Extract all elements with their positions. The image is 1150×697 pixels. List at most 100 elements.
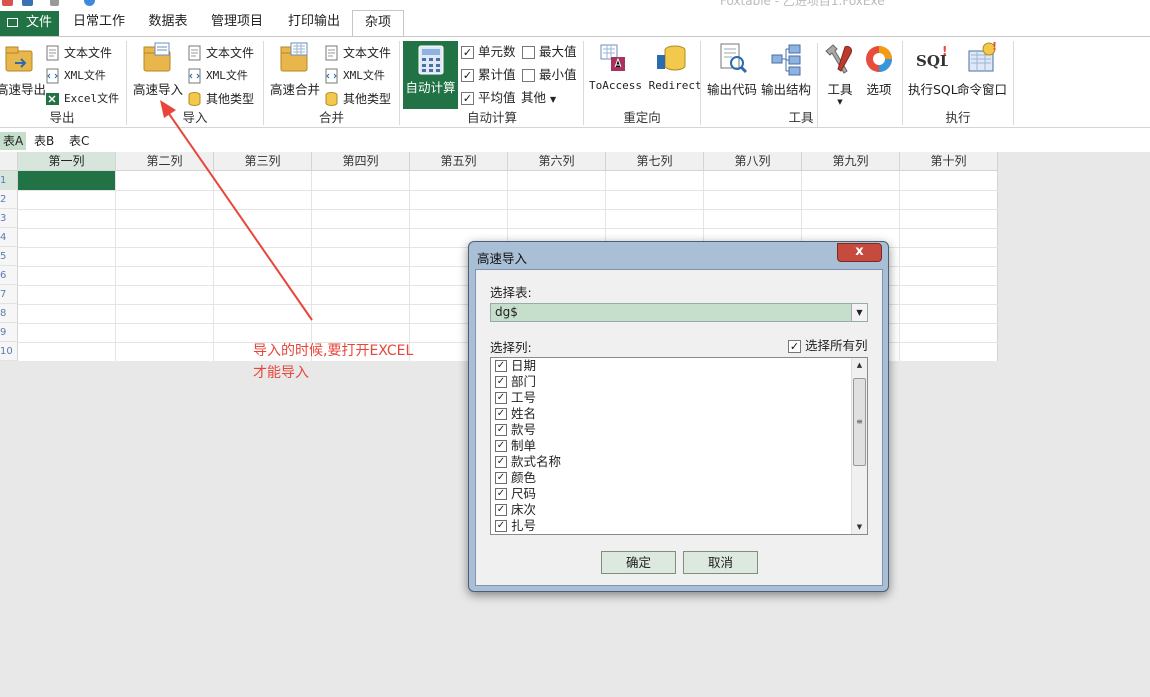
- row-header[interactable]: 9: [0, 323, 18, 342]
- database-icon: [324, 91, 339, 107]
- checkbox-cell-count[interactable]: ✓ 单元数: [461, 42, 516, 62]
- row-header[interactable]: 6: [0, 266, 18, 285]
- row-header[interactable]: 3: [0, 209, 18, 228]
- tab-data-table[interactable]: 数据表: [143, 10, 193, 36]
- import-xml-file[interactable]: XML文件: [186, 66, 248, 86]
- import-text-file-label: 文本文件: [206, 46, 255, 60]
- row-header[interactable]: 4: [0, 228, 18, 247]
- column-header[interactable]: 第五列: [410, 152, 508, 171]
- toaccess-redirect-button[interactable]: ToAccess Redirect: [589, 41, 702, 92]
- sheet-tab-a[interactable]: 表A: [0, 132, 27, 150]
- undo-icon[interactable]: [50, 0, 59, 6]
- chevron-down-icon[interactable]: ▼: [851, 304, 867, 321]
- export-text-file[interactable]: 文本文件: [44, 43, 112, 63]
- column-header[interactable]: 第十列: [900, 152, 998, 171]
- checkbox-cumulative-label: 累计值: [478, 67, 516, 82]
- row-header[interactable]: 8: [0, 304, 18, 323]
- list-item[interactable]: ✓ 扎号: [495, 518, 536, 534]
- access-redirect-icon: [600, 44, 686, 71]
- sheet-tab-b[interactable]: 表B: [31, 132, 57, 150]
- other-dropdown[interactable]: 其他 ▼: [521, 88, 556, 108]
- output-code-button[interactable]: 输出代码: [706, 41, 758, 98]
- checkbox-box[interactable]: ✓: [495, 472, 507, 484]
- checkbox-box[interactable]: ✓: [495, 408, 507, 420]
- merge-text-file[interactable]: 文本文件: [323, 43, 391, 63]
- window-title: Foxtable - 乙进项目1.FoxExe: [720, 0, 885, 8]
- output-structure-button[interactable]: 输出结构: [760, 41, 812, 98]
- column-header[interactable]: 第六列: [508, 152, 606, 171]
- row-header[interactable]: 2: [0, 190, 18, 209]
- merge-xml-file[interactable]: XML文件: [323, 66, 385, 86]
- row-header[interactable]: 10: [0, 342, 18, 361]
- command-window-button[interactable]: ! 命令窗口: [956, 40, 1008, 98]
- checkbox-max[interactable]: 最大值: [522, 42, 577, 62]
- import-text-file[interactable]: 文本文件: [186, 43, 254, 63]
- tools-dropdown-button[interactable]: 工具 ▼: [822, 41, 858, 106]
- column-header[interactable]: 第二列: [116, 152, 214, 171]
- fast-import-button[interactable]: 高速导入: [132, 41, 184, 98]
- options-button[interactable]: 选项: [860, 41, 898, 98]
- column-header[interactable]: 第八列: [704, 152, 802, 171]
- row-header[interactable]: 5: [0, 247, 18, 266]
- save-icon[interactable]: [22, 0, 33, 6]
- selected-cell[interactable]: [18, 171, 115, 190]
- fast-export-button[interactable]: 高速导出: [0, 41, 46, 98]
- row-header[interactable]: 7: [0, 285, 18, 304]
- export-xml-file[interactable]: XML文件: [44, 66, 106, 86]
- checkbox-box[interactable]: ✓: [495, 488, 507, 500]
- checkbox-box[interactable]: ✓: [495, 376, 507, 388]
- list-item[interactable]: ✓ 日期: [495, 358, 536, 374]
- grid-corner[interactable]: [0, 152, 18, 171]
- checkbox-min[interactable]: 最小值: [522, 65, 577, 85]
- column-header[interactable]: 第九列: [802, 152, 900, 171]
- list-item[interactable]: ✓ 部门: [495, 374, 536, 390]
- table-select-value: dg$: [495, 305, 518, 319]
- checkbox-box[interactable]: ✓: [495, 504, 507, 516]
- list-item[interactable]: ✓ 尺码: [495, 486, 536, 502]
- column-header[interactable]: 第七列: [606, 152, 704, 171]
- scroll-down-icon[interactable]: ▼: [852, 520, 867, 534]
- tab-daily-work[interactable]: 日常工作: [68, 10, 130, 36]
- merge-other-type[interactable]: 其他类型: [323, 89, 391, 109]
- column-header[interactable]: 第三列: [214, 152, 312, 171]
- checkbox-box[interactable]: ✓: [495, 392, 507, 404]
- checkbox-average[interactable]: ✓ 平均值: [461, 88, 516, 108]
- exec-sql-button[interactable]: SQL! 执行SQL: [908, 41, 958, 98]
- column-header[interactable]: 第四列: [312, 152, 410, 171]
- checkbox-box[interactable]: ✓: [495, 360, 507, 372]
- checkbox-box[interactable]: ✓: [495, 520, 507, 532]
- tab-file[interactable]: 文件: [0, 11, 59, 36]
- group-export-label: 导出: [49, 110, 75, 125]
- auto-calc-button[interactable]: 自动计算: [403, 41, 458, 109]
- checkbox-box[interactable]: ✓: [495, 456, 507, 468]
- column-header[interactable]: 第一列: [18, 152, 116, 171]
- list-item[interactable]: ✓ 工号: [495, 390, 536, 406]
- close-button[interactable]: x: [837, 243, 882, 262]
- vertical-scrollbar[interactable]: ▲ ≡ ▼: [851, 358, 867, 534]
- list-item[interactable]: ✓ 颜色: [495, 470, 536, 486]
- help-icon[interactable]: [84, 0, 95, 6]
- columns-listbox[interactable]: ✓ 日期 ✓ 部门 ✓ 工号 ✓ 姓名 ✓ 款号 ✓ 制单 ✓ 款式名称 ✓ 颜色 ✓ 尺码 ✓ 床…: [490, 357, 868, 535]
- select-all-columns-checkbox[interactable]: ✓ 选择所有列: [788, 336, 868, 356]
- checkbox-box[interactable]: ✓: [495, 424, 507, 436]
- table-select[interactable]: dg$ ▼: [490, 303, 868, 322]
- list-item[interactable]: ✓ 款号: [495, 422, 536, 438]
- fast-merge-button[interactable]: 高速合并: [267, 41, 323, 98]
- checkbox-box[interactable]: ✓: [495, 440, 507, 452]
- list-item[interactable]: ✓ 姓名: [495, 406, 536, 422]
- export-excel-file[interactable]: Excel文件: [44, 89, 119, 109]
- list-item[interactable]: ✓ 制单: [495, 438, 536, 454]
- checkbox-cumulative[interactable]: ✓ 累计值: [461, 65, 516, 85]
- import-other-type[interactable]: 其他类型: [186, 89, 254, 109]
- tab-misc[interactable]: 杂项: [352, 10, 404, 37]
- list-item[interactable]: ✓ 床次: [495, 502, 536, 518]
- tab-manage-project[interactable]: 管理项目: [206, 10, 268, 36]
- sheet-tab-c[interactable]: 表C: [66, 132, 92, 150]
- row-header[interactable]: 1: [0, 171, 18, 190]
- tab-print-output[interactable]: 打印输出: [283, 10, 345, 36]
- ok-button[interactable]: 确定: [601, 551, 676, 574]
- scroll-up-icon[interactable]: ▲: [852, 358, 867, 372]
- list-item[interactable]: ✓ 款式名称: [495, 454, 561, 470]
- cancel-button[interactable]: 取消: [683, 551, 758, 574]
- scrollbar-thumb[interactable]: ≡: [853, 378, 866, 466]
